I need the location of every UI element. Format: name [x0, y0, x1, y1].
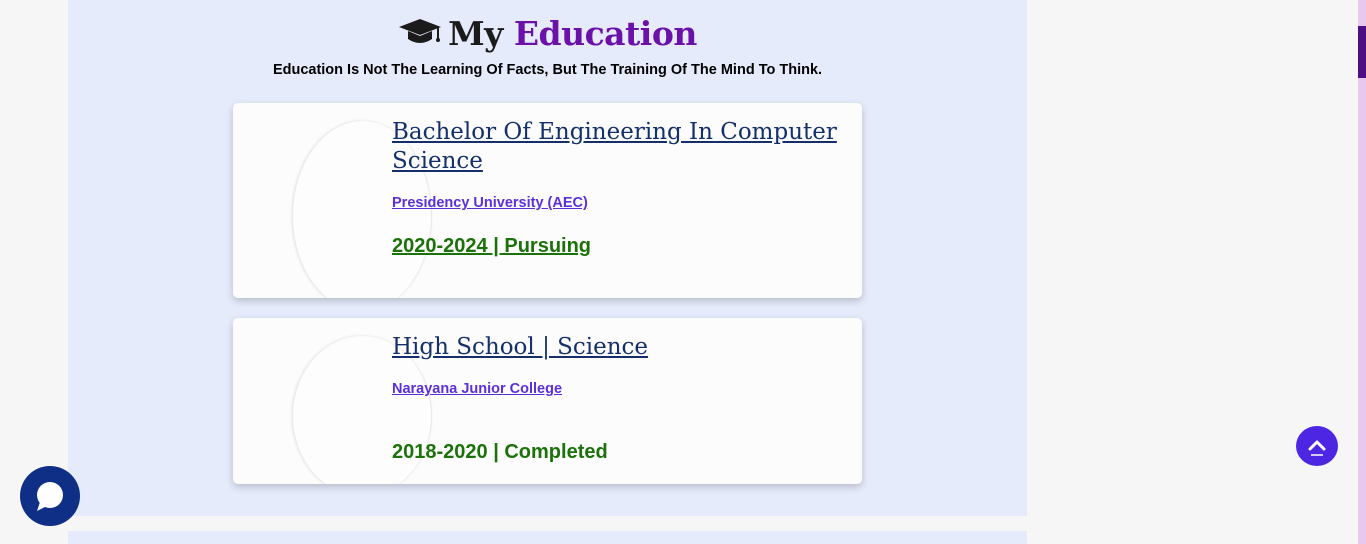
- degree-link[interactable]: High School | Science: [392, 333, 842, 362]
- scrollbar[interactable]: [1358, 0, 1366, 544]
- education-section: My Education Education Is Not The Learni…: [68, 0, 1027, 516]
- chat-button[interactable]: [20, 466, 80, 526]
- graduation-cap-icon: [398, 14, 442, 58]
- heading-accent: Education: [513, 14, 697, 53]
- education-card: High School | Science Narayana Junior Co…: [233, 318, 862, 484]
- heading-prefix: My: [448, 14, 503, 53]
- scroll-to-top-button[interactable]: [1296, 426, 1338, 466]
- education-card: Bachelor Of Engineering In Computer Scie…: [233, 103, 862, 298]
- section-subtitle: Education Is Not The Learning Of Facts, …: [272, 62, 823, 78]
- next-section: [68, 531, 1027, 544]
- institution-link[interactable]: Narayana Junior College: [392, 381, 562, 397]
- degree-link[interactable]: Bachelor Of Engineering In Computer Scie…: [392, 118, 842, 176]
- chat-bubble-icon: [20, 482, 80, 530]
- scrollbar-thumb[interactable]: [1358, 26, 1366, 78]
- years-status: 2020-2024 | Pursuing: [392, 235, 592, 257]
- years-status: 2018-2020 | Completed: [392, 441, 608, 463]
- section-heading: My Education: [68, 12, 1027, 58]
- chevron-up-icon: [1296, 440, 1338, 470]
- institution-link[interactable]: Presidency University (AEC): [392, 195, 588, 211]
